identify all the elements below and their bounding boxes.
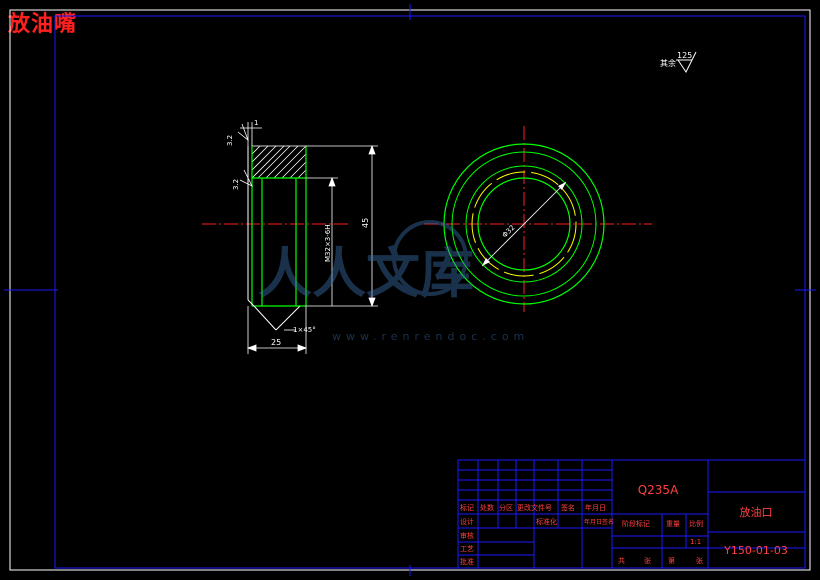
scale-value: 1:1 xyxy=(690,538,701,546)
engineering-drawing: 其余 125 45 M32×3-6H 25 1×45° 1 3.2 3.2 Φ3… xyxy=(4,4,816,576)
dim-width-label: 25 xyxy=(271,338,281,347)
dim-height-label: 45 xyxy=(361,218,370,228)
watermark-url: www.renrendoc.com xyxy=(332,330,529,343)
diameter-label: Φ32 xyxy=(501,224,517,240)
std-sign: 年月日签名 xyxy=(584,518,614,526)
std-label: 标准化 xyxy=(536,517,557,526)
roughness-general-value: 125 xyxy=(677,51,692,60)
header-4: 签名 xyxy=(561,503,575,512)
sheet-word-2: 张 xyxy=(696,556,703,565)
header-3: 更改文件号 xyxy=(517,503,552,512)
roughness-symbol-top xyxy=(237,123,249,142)
header-5: 年月日 xyxy=(585,503,606,512)
row-approve: 批准 xyxy=(460,557,474,566)
row-design: 设计 xyxy=(460,517,474,526)
hatch-area xyxy=(251,145,307,179)
roughness-symbol-side xyxy=(239,169,253,187)
header-2: 分区 xyxy=(499,503,513,512)
material-label: Q235A xyxy=(638,483,679,497)
watermark: 人人文库 www.renrendoc.com xyxy=(258,220,529,343)
roughness-prefix: 其余 xyxy=(660,58,676,68)
weight-label: 重量 xyxy=(666,520,680,528)
dim-top-gap-label: 1 xyxy=(254,119,258,127)
header-1: 处数 xyxy=(480,503,494,512)
section-view: 45 M32×3-6H 25 1×45° 1 3.2 3.2 xyxy=(202,119,378,354)
watermark-text: 人人文库 xyxy=(258,242,474,305)
row-review: 审核 xyxy=(460,531,474,540)
stage-label: 阶段标记 xyxy=(622,519,650,528)
sheets-total: 共 xyxy=(618,556,625,565)
roughness-symbol-general: 其余 125 xyxy=(660,51,697,73)
drawing-number: Y150-01-03 xyxy=(723,544,788,557)
chamfer-label: 1×45° xyxy=(293,326,316,334)
header-0: 标记 xyxy=(460,503,474,512)
row-process: 工艺 xyxy=(460,545,474,553)
dim-top-gap xyxy=(240,122,262,146)
part-name: 放油口 xyxy=(740,505,773,519)
roughness-side-value: 3.2 xyxy=(232,179,240,190)
roughness-top-value: 3.2 xyxy=(226,135,234,146)
sheet-word: 张 xyxy=(644,556,651,565)
sheet-no-label: 第 xyxy=(668,556,675,565)
title-block-text: Q235A 放油口 Y150-01-03 标记 处数 分区 更改文件号 签名 年… xyxy=(460,483,788,566)
scale-label: 比例 xyxy=(689,519,703,528)
